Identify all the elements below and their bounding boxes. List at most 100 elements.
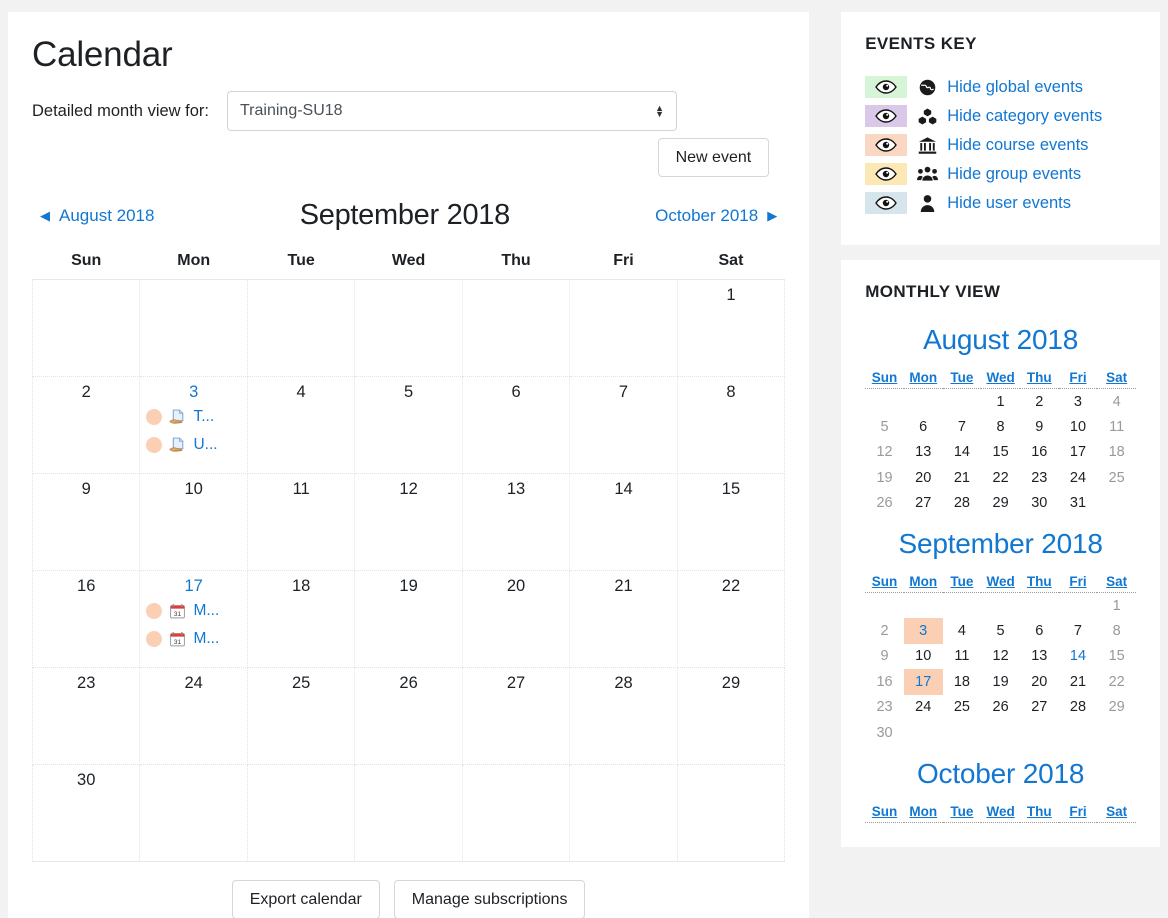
mini-day-cell[interactable]: 3 <box>1059 389 1098 415</box>
events-key-link[interactable]: Hide group events <box>947 165 1081 184</box>
mini-day-cell[interactable]: 17 <box>903 669 943 695</box>
calendar-day-cell[interactable]: 21 <box>569 570 678 669</box>
mini-day-cell[interactable]: 9 <box>865 644 904 670</box>
calendar-day-cell[interactable]: 29 <box>676 667 786 766</box>
mini-day-cell[interactable]: 11 <box>1097 414 1136 440</box>
mini-day-cell[interactable]: 9 <box>1020 414 1059 440</box>
calendar-day-cell[interactable]: 28 <box>569 667 678 766</box>
mini-calendar-month-title[interactable]: October 2018 <box>865 758 1136 790</box>
mini-header-wed[interactable]: Wed <box>981 573 1020 593</box>
mini-day-cell[interactable]: 13 <box>904 440 943 466</box>
mini-day-cell[interactable]: 23 <box>1020 465 1059 491</box>
mini-day-cell[interactable]: 2 <box>1020 389 1059 415</box>
eye-icon[interactable] <box>865 163 908 185</box>
eye-icon[interactable] <box>865 192 908 214</box>
calendar-day-cell[interactable]: 6 <box>461 376 571 475</box>
events-key-link[interactable]: Hide user events <box>947 194 1071 213</box>
calendar-day-cell[interactable]: 17 31 M... 31 M... <box>139 570 248 669</box>
calendar-day-cell[interactable]: 10 <box>139 473 248 572</box>
mini-header-mon[interactable]: Mon <box>903 802 943 823</box>
mini-header-mon[interactable]: Mon <box>903 369 943 389</box>
mini-day-cell[interactable]: 25 <box>1097 465 1136 491</box>
mini-day-cell[interactable]: 5 <box>865 414 904 440</box>
mini-day-cell[interactable]: 17 <box>1059 440 1098 466</box>
mini-day-cell[interactable]: 22 <box>981 465 1020 491</box>
day-number[interactable]: 3 <box>146 381 240 402</box>
mini-day-cell[interactable]: 19 <box>865 465 904 491</box>
mini-header-sun[interactable]: Sun <box>865 802 904 823</box>
calendar-day-cell[interactable]: 20 <box>461 570 571 669</box>
mini-day-cell[interactable]: 10 <box>904 644 943 670</box>
mini-day-cell[interactable]: 29 <box>1097 695 1136 721</box>
mini-header-mon[interactable]: Mon <box>903 573 943 593</box>
mini-day-cell[interactable]: 13 <box>1020 644 1059 670</box>
event-name-link[interactable]: T... <box>193 408 214 426</box>
mini-day-cell[interactable]: 7 <box>1059 618 1098 644</box>
mini-calendar-month-title[interactable]: September 2018 <box>865 528 1136 560</box>
mini-day-cell[interactable]: 23 <box>865 695 904 721</box>
calendar-day-cell[interactable]: 19 <box>354 570 463 669</box>
calendar-day-cell[interactable]: 26 <box>354 667 463 766</box>
calendar-day-cell[interactable]: 15 <box>676 473 786 572</box>
calendar-day-cell[interactable]: 18 <box>246 570 356 669</box>
mini-day-cell[interactable]: 1 <box>981 389 1020 415</box>
mini-day-cell[interactable]: 10 <box>1059 414 1098 440</box>
mini-day-cell[interactable]: 4 <box>943 618 982 644</box>
new-event-button[interactable]: New event <box>657 138 770 178</box>
calendar-event[interactable]: T... <box>146 408 240 426</box>
calendar-day-cell[interactable]: 3 T... U... <box>139 376 248 475</box>
calendar-day-cell[interactable]: 9 <box>31 473 141 572</box>
mini-day-cell[interactable]: 29 <box>981 491 1020 517</box>
events-key-link[interactable]: Hide global events <box>947 78 1083 97</box>
calendar-event[interactable]: 31 M... <box>146 602 240 620</box>
mini-day-cell[interactable]: 21 <box>1059 669 1098 695</box>
mini-day-cell[interactable]: 5 <box>981 618 1020 644</box>
mini-header-wed[interactable]: Wed <box>981 369 1020 389</box>
event-name-link[interactable]: M... <box>193 602 219 620</box>
mini-day-cell[interactable]: 24 <box>1059 465 1098 491</box>
mini-header-tue[interactable]: Tue <box>942 573 982 593</box>
mini-day-cell[interactable]: 31 <box>1059 491 1098 517</box>
calendar-day-cell[interactable]: 24 <box>139 667 248 766</box>
calendar-day-cell[interactable]: 11 <box>246 473 356 572</box>
calendar-event[interactable]: U... <box>146 436 240 454</box>
mini-day-cell[interactable]: 20 <box>904 465 943 491</box>
calendar-day-cell[interactable]: 7 <box>569 376 678 475</box>
mini-header-thu[interactable]: Thu <box>1019 573 1059 593</box>
mini-day-cell[interactable]: 18 <box>943 669 982 695</box>
mini-header-fri[interactable]: Fri <box>1058 573 1098 593</box>
calendar-event[interactable]: 31 M... <box>146 630 240 648</box>
mini-header-thu[interactable]: Thu <box>1019 802 1059 823</box>
mini-day-cell[interactable]: 19 <box>981 669 1020 695</box>
mini-day-cell[interactable]: 26 <box>981 695 1020 721</box>
mini-day-cell[interactable]: 30 <box>1020 491 1059 517</box>
mini-day-cell[interactable]: 21 <box>943 465 982 491</box>
mini-calendar-month-title[interactable]: August 2018 <box>865 324 1136 356</box>
mini-day-cell[interactable]: 8 <box>1097 618 1136 644</box>
export-calendar-button[interactable]: Export calendar <box>231 880 380 918</box>
mini-header-fri[interactable]: Fri <box>1058 802 1098 823</box>
mini-header-sun[interactable]: Sun <box>865 369 904 389</box>
calendar-day-cell[interactable]: 30 <box>31 764 141 863</box>
mini-header-sat[interactable]: Sat <box>1097 369 1136 389</box>
mini-header-thu[interactable]: Thu <box>1019 369 1059 389</box>
calendar-day-cell[interactable]: 25 <box>246 667 356 766</box>
calendar-day-cell[interactable]: 13 <box>461 473 571 572</box>
mini-day-cell[interactable]: 16 <box>1020 440 1059 466</box>
calendar-day-cell[interactable]: 2 <box>31 376 141 475</box>
mini-header-sat[interactable]: Sat <box>1097 573 1136 593</box>
mini-day-cell[interactable]: 6 <box>904 414 943 440</box>
events-key-link[interactable]: Hide category events <box>947 107 1102 126</box>
mini-day-cell[interactable]: 28 <box>1059 695 1098 721</box>
mini-day-cell[interactable]: 25 <box>943 695 982 721</box>
mini-day-cell[interactable]: 2 <box>865 618 904 644</box>
mini-day-cell[interactable]: 15 <box>981 440 1020 466</box>
eye-icon[interactable] <box>865 76 908 98</box>
mini-day-cell[interactable]: 3 <box>903 618 943 644</box>
mini-day-cell[interactable]: 1 <box>1097 593 1136 619</box>
previous-month-link[interactable]: ◀ August 2018 <box>40 206 154 226</box>
mini-day-cell[interactable]: 27 <box>904 491 943 517</box>
calendar-day-cell[interactable]: 27 <box>461 667 571 766</box>
mini-day-cell[interactable]: 30 <box>865 720 904 746</box>
calendar-day-cell[interactable]: 23 <box>31 667 141 766</box>
